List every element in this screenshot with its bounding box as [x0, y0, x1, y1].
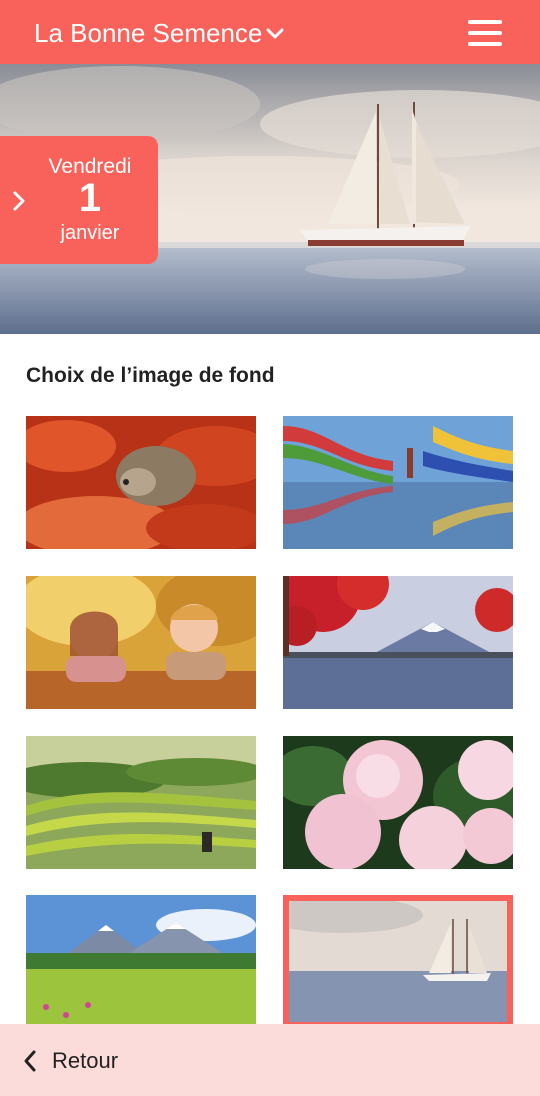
chevron-left-icon — [24, 1050, 36, 1072]
date-day: 1 — [78, 176, 102, 220]
back-button[interactable]: Retour — [22, 1044, 118, 1078]
background-thumb-mount-fuji[interactable] — [283, 576, 513, 709]
app-title[interactable]: La Bonne Semence — [34, 16, 262, 50]
date-card[interactable]: Vendredi 1 janvier — [0, 136, 158, 264]
background-thumb-sailboat[interactable] — [283, 895, 513, 1028]
back-label: Retour — [52, 1048, 119, 1073]
background-thumb-hedgehog[interactable] — [26, 416, 256, 549]
app-header: La Bonne Semence — [0, 0, 540, 64]
hamburger-menu-icon[interactable] — [468, 20, 502, 46]
background-thumb-peonies[interactable] — [283, 736, 513, 869]
background-thumb-alpine-meadow[interactable] — [26, 895, 256, 1028]
chevron-right-icon[interactable] — [12, 190, 26, 212]
date-month: janvier — [60, 222, 120, 244]
section-title: Choix de l’image de fond — [26, 364, 275, 387]
background-thumb-rice-terraces[interactable] — [26, 736, 256, 869]
chevron-down-icon[interactable] — [266, 28, 284, 40]
footer-bar: Retour — [0, 1024, 540, 1096]
background-thumb-fabric-lake[interactable] — [283, 416, 513, 549]
background-thumb-children[interactable] — [26, 576, 256, 709]
